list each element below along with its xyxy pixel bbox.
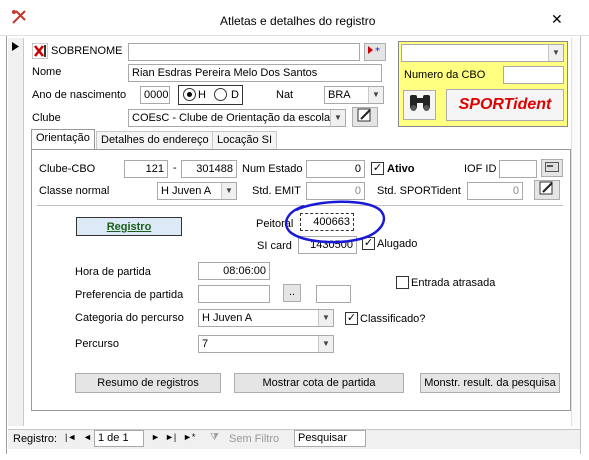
num-estado-label: Num Estado (242, 163, 303, 175)
search-button[interactable] (403, 90, 436, 120)
entrada-label: Entrada atrasada (411, 277, 496, 289)
edit-icon (539, 181, 553, 195)
last-record-icon[interactable]: ►| (165, 432, 176, 442)
top-combo[interactable]: ▼ (401, 44, 564, 62)
classe-value: H Juven A (161, 185, 212, 197)
hora-label: Hora de partida (75, 266, 151, 278)
vertical-scrollbar[interactable] (571, 38, 580, 426)
sobrenome-input[interactable] (128, 43, 360, 61)
record-search-input[interactable]: Pesquisar (294, 430, 366, 447)
clube-label: Clube (32, 112, 61, 124)
clube-cbo-b-input[interactable]: 301488 (181, 160, 237, 178)
chevron-down-icon[interactable]: ▼ (368, 87, 383, 103)
chevron-down-icon[interactable]: ▼ (330, 110, 345, 126)
record-nav-label: Registro: (13, 433, 58, 445)
form-left-border (6, 36, 7, 454)
percurso-select[interactable]: 7 ▼ (198, 335, 334, 353)
sex-d-label: D (231, 89, 239, 101)
categoria-value: H Juven A (202, 312, 253, 324)
std-sport-input[interactable]: 0 (467, 182, 523, 200)
pref-input[interactable] (198, 285, 270, 303)
edit-clube-button[interactable] (352, 107, 378, 127)
iof-label: IOF ID (464, 163, 497, 175)
clube-value: COEsC - Clube de Orientação da escola de (132, 112, 346, 124)
svg-text:*: * (375, 46, 380, 56)
categoria-select[interactable]: H Juven A ▼ (198, 309, 334, 327)
sex-radio-h[interactable] (183, 88, 196, 101)
current-record-arrow-icon (12, 42, 19, 54)
filter-icon[interactable]: ⧩ (210, 432, 219, 443)
new-record-nav-icon[interactable]: ►* (183, 432, 195, 442)
new-record-button[interactable]: * (364, 43, 386, 61)
chevron-down-icon[interactable]: ▼ (318, 310, 333, 326)
nat-select[interactable]: BRA ▼ (324, 86, 384, 104)
delete-icon[interactable] (31, 42, 49, 60)
sex-h-label: H (198, 89, 206, 101)
record-position-input[interactable]: 1 de 1 (94, 430, 144, 447)
ano-label: Ano de nascimento (32, 89, 127, 101)
categoria-label: Categoria do percurso (75, 312, 184, 324)
first-record-icon[interactable]: |◄ (65, 432, 76, 442)
cota-button[interactable]: Mostrar cota de partida (234, 373, 404, 393)
clube-cbo-label: Clube-CBO (39, 163, 96, 175)
sportident-button[interactable]: SPORTident (446, 89, 564, 121)
form-right-border (580, 36, 581, 454)
card-button[interactable] (541, 159, 563, 177)
classificado-label: Classificado? (360, 313, 426, 325)
iof-input[interactable] (499, 160, 537, 178)
result-button[interactable]: Monstr. result. da pesquisa (420, 373, 560, 393)
card-icon (545, 162, 559, 172)
tab-orientacao[interactable]: Orientação (31, 129, 95, 149)
registro-button[interactable]: Registro (76, 217, 182, 236)
pref-extra-input[interactable] (316, 285, 351, 303)
clube-select[interactable]: COEsC - Clube de Orientação da escola de… (128, 109, 346, 127)
resumo-button[interactable]: Resumo de registros (75, 373, 221, 393)
ativo-checkbox[interactable]: ✓ (371, 162, 384, 175)
prev-record-icon[interactable]: ◄ (83, 432, 92, 442)
tab-detalhes[interactable]: Detalhes do endereço (96, 131, 214, 149)
nat-label: Nat (276, 89, 294, 101)
binoculars-icon (409, 95, 430, 111)
pref-picker-button[interactable]: .. (283, 284, 301, 302)
tab-locacao[interactable]: Locação SI (212, 131, 278, 149)
chevron-down-icon[interactable]: ▼ (221, 183, 236, 199)
annotation-circle (284, 200, 386, 244)
cbo-label: Numero da CBO (404, 69, 486, 81)
sobrenome-label: SOBRENOME (51, 45, 123, 57)
percurso-label: Percurso (75, 338, 120, 350)
chevron-down-icon[interactable]: ▼ (548, 45, 563, 61)
sportident-label: SPORTident (458, 96, 552, 113)
edit-std-button[interactable] (534, 180, 560, 200)
classificado-checkbox[interactable]: ✓ (345, 312, 358, 325)
filter-status[interactable]: Sem Filtro (229, 433, 279, 445)
cbo-input[interactable] (503, 66, 564, 84)
sex-radio-d[interactable] (214, 88, 227, 101)
ano-input[interactable]: 0000 (140, 86, 170, 104)
classe-select[interactable]: H Juven A ▼ (157, 182, 237, 200)
entrada-checkbox[interactable] (396, 276, 409, 289)
clube-cbo-a-input[interactable]: 121 (124, 160, 168, 178)
chevron-down-icon[interactable]: ▼ (318, 336, 333, 352)
next-record-icon[interactable]: ► (151, 432, 160, 442)
nome-label: Nome (32, 66, 62, 78)
classe-label: Classe normal (39, 185, 110, 197)
nat-value: BRA (328, 89, 351, 101)
clube-cbo-dash: - (173, 162, 177, 174)
pref-label: Preferencia de partida (75, 289, 184, 301)
ativo-label: Ativo (387, 163, 415, 175)
nome-input[interactable]: Rian Esdras Pereira Melo Dos Santos (128, 64, 382, 82)
record-selector[interactable] (8, 38, 24, 426)
close-icon[interactable]: ✕ (551, 11, 563, 28)
percurso-value: 7 (202, 338, 209, 350)
app-icon (10, 8, 28, 26)
hora-input[interactable]: 08:06:00 (198, 262, 270, 280)
title-bar: Atletas e detalhes do registro ✕ (0, 0, 589, 36)
num-estado-input[interactable]: 0 (306, 160, 365, 178)
window-title: Atletas e detalhes do registro (220, 14, 376, 28)
registro-label: Registro (106, 221, 152, 233)
